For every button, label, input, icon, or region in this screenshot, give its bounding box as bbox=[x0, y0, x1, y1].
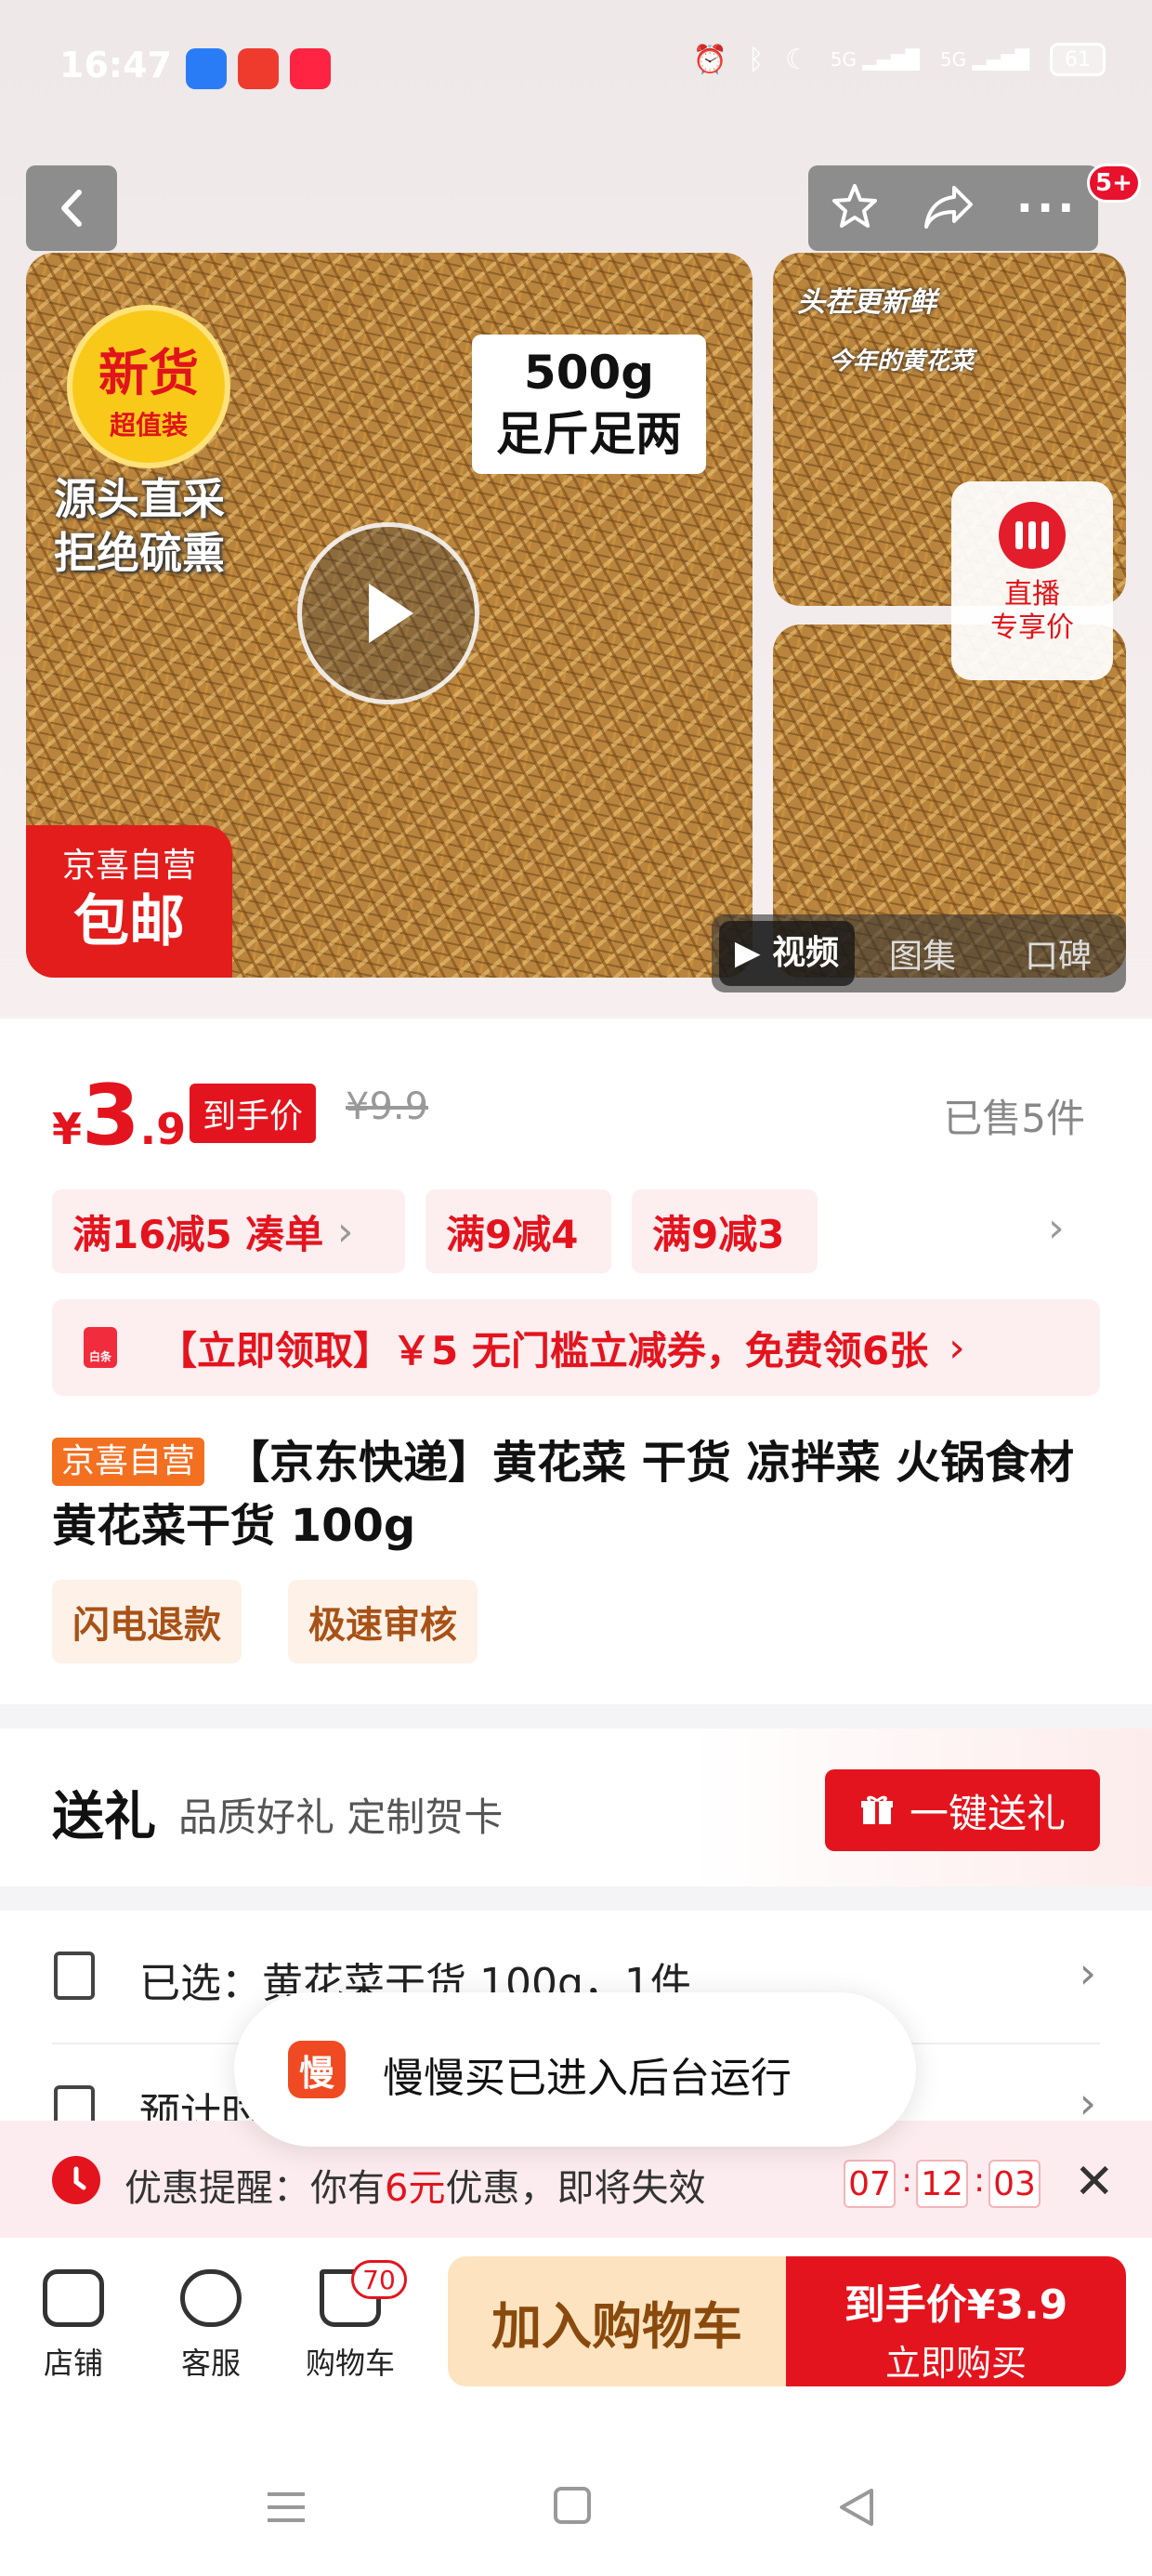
jx-free-shipping-badge: 京喜自营 包邮 bbox=[26, 825, 232, 978]
live-price-button[interactable]: 直播 专享价 bbox=[951, 481, 1113, 680]
promo-chip-2[interactable]: 满9减4 bbox=[425, 1189, 611, 1273]
clock-icon bbox=[52, 2156, 100, 2204]
message-count-badge: 5+ bbox=[1087, 164, 1141, 203]
add-to-cart-button[interactable]: 加入购物车 bbox=[448, 2256, 786, 2386]
original-price: ¥9.9 bbox=[346, 1085, 429, 1128]
chevron-right-icon: › bbox=[949, 1323, 965, 1372]
media-tabs: ▶ 视频 图集 口碑 bbox=[712, 914, 1126, 992]
alarm-icon: ⏰ bbox=[692, 43, 727, 76]
back-icon[interactable] bbox=[836, 2485, 877, 2530]
battery-icon: 61 bbox=[1050, 43, 1106, 76]
toast-text: 慢慢买已进入后台运行 bbox=[383, 2055, 792, 2102]
status-icons: ⏰ ᛒ ☾ 5G ▂▄▆█ 5G ▂▄▆█ 61 bbox=[692, 43, 1106, 76]
tab-gallery[interactable]: 图集 bbox=[855, 929, 990, 978]
more-icon[interactable]: ··· bbox=[1016, 186, 1079, 230]
thumbnail-caption-2: 今年的黄花菜 bbox=[829, 348, 975, 375]
buy-now-button[interactable]: 到手价¥3.9 立即购买 bbox=[786, 2256, 1126, 2386]
service-tag-review: 极速审核 bbox=[288, 1580, 478, 1663]
close-icon[interactable]: ✕ bbox=[1074, 2154, 1115, 2210]
play-video-button[interactable] bbox=[297, 522, 479, 704]
reminder-text: 优惠提醒：你有6元优惠，即将失效 bbox=[124, 2167, 706, 2210]
live-icon bbox=[999, 502, 1066, 569]
shop-icon bbox=[43, 2269, 104, 2327]
tab-reviews[interactable]: 口碑 bbox=[990, 929, 1126, 978]
promo-chip-3[interactable]: 满9减3 bbox=[632, 1189, 818, 1273]
promo-chip-1[interactable]: 满16减5 凑单 › bbox=[52, 1189, 405, 1273]
home-icon[interactable] bbox=[552, 2485, 593, 2526]
bluetooth-icon: ᛒ bbox=[747, 43, 765, 76]
baitiao-icon: 白条 bbox=[84, 1327, 117, 1368]
favorite-star-icon[interactable] bbox=[829, 180, 881, 236]
section-divider bbox=[0, 1704, 1152, 1728]
sold-count: 已售5件 bbox=[943, 1096, 1085, 1141]
product-title: 京喜自营 【京东快递】黄花菜 干货 凉拌菜 火锅食材 黄花菜干货 100g bbox=[52, 1437, 1075, 1552]
gift-section: 送礼 品质好礼 定制贺卡 一键送礼 bbox=[0, 1728, 1152, 1886]
moon-icon: ☾ bbox=[784, 43, 810, 76]
signal-icon: 5G ▂▄▆█ bbox=[830, 48, 920, 71]
system-nav-bar bbox=[0, 2450, 1152, 2576]
countdown-hours: 07 bbox=[844, 2160, 896, 2208]
jx-self-run-tag: 京喜自营 bbox=[52, 1438, 205, 1486]
countdown-seconds: 03 bbox=[988, 2160, 1041, 2208]
chevron-right-icon: › bbox=[1079, 1948, 1096, 1998]
status-time: 16:47 bbox=[59, 45, 172, 85]
promo-more-chevron-icon[interactable]: › bbox=[1048, 1204, 1065, 1252]
product-gallery: 16:47 ⏰ ᛒ ☾ 5G ▂▄▆█ 5G ▂▄▆█ 61 ··· 5+ 新货… bbox=[0, 0, 1152, 1019]
gift-subtitle: 品质好礼 定制贺卡 bbox=[178, 1794, 504, 1840]
share-icon[interactable] bbox=[921, 182, 976, 234]
final-price-tag: 到手价 bbox=[190, 1084, 317, 1143]
shop-button[interactable]: 店铺 bbox=[22, 2269, 124, 2383]
new-goods-badge: 新货 超值装 bbox=[67, 305, 230, 468]
thumbnail-caption-1: 头茬更新鲜 bbox=[797, 286, 936, 319]
countdown-minutes: 12 bbox=[916, 2160, 968, 2208]
gift-title: 送礼 bbox=[52, 1787, 156, 1847]
weight-label: 500g 足斤足两 bbox=[472, 335, 706, 474]
customer-service-button[interactable]: 客服 bbox=[160, 2269, 262, 2383]
xiaohongshu-icon bbox=[290, 48, 331, 89]
chevron-right-icon: › bbox=[336, 1207, 354, 1255]
menu-icon[interactable] bbox=[264, 2485, 308, 2530]
current-price: ¥3.9 bbox=[52, 1067, 187, 1164]
customer-service-icon bbox=[180, 2269, 242, 2327]
app-store-icon bbox=[186, 48, 227, 89]
background-running-toast: 慢 慢慢买已进入后台运行 bbox=[234, 1992, 916, 2147]
cart-count-badge: 70 bbox=[351, 2260, 407, 2299]
coupon-banner[interactable]: 白条 【立即领取】￥5 无门槛立减券，免费领6张 › bbox=[52, 1299, 1100, 1396]
signal-icon: 5G ▂▄▆█ bbox=[939, 48, 1029, 71]
service-tag-refund: 闪电退款 bbox=[52, 1580, 242, 1663]
status-bar: 16:47 ⏰ ᛒ ☾ 5G ▂▄▆█ 5G ▂▄▆█ 61 bbox=[0, 37, 1152, 102]
tab-video[interactable]: ▶ 视频 bbox=[719, 921, 855, 986]
selected-spec-icon bbox=[54, 1952, 95, 2000]
manmanmai-app-icon: 慢 bbox=[288, 2041, 346, 2098]
header-actions: ··· bbox=[808, 165, 1098, 251]
back-button[interactable] bbox=[26, 165, 117, 251]
send-gift-button[interactable]: 一键送礼 bbox=[825, 1769, 1100, 1851]
section-divider bbox=[0, 1886, 1152, 1911]
image-overlay-text: 源头直采 拒绝硫熏 bbox=[54, 474, 225, 578]
chuyou-app-icon bbox=[238, 48, 279, 89]
gift-icon bbox=[860, 1795, 893, 1824]
